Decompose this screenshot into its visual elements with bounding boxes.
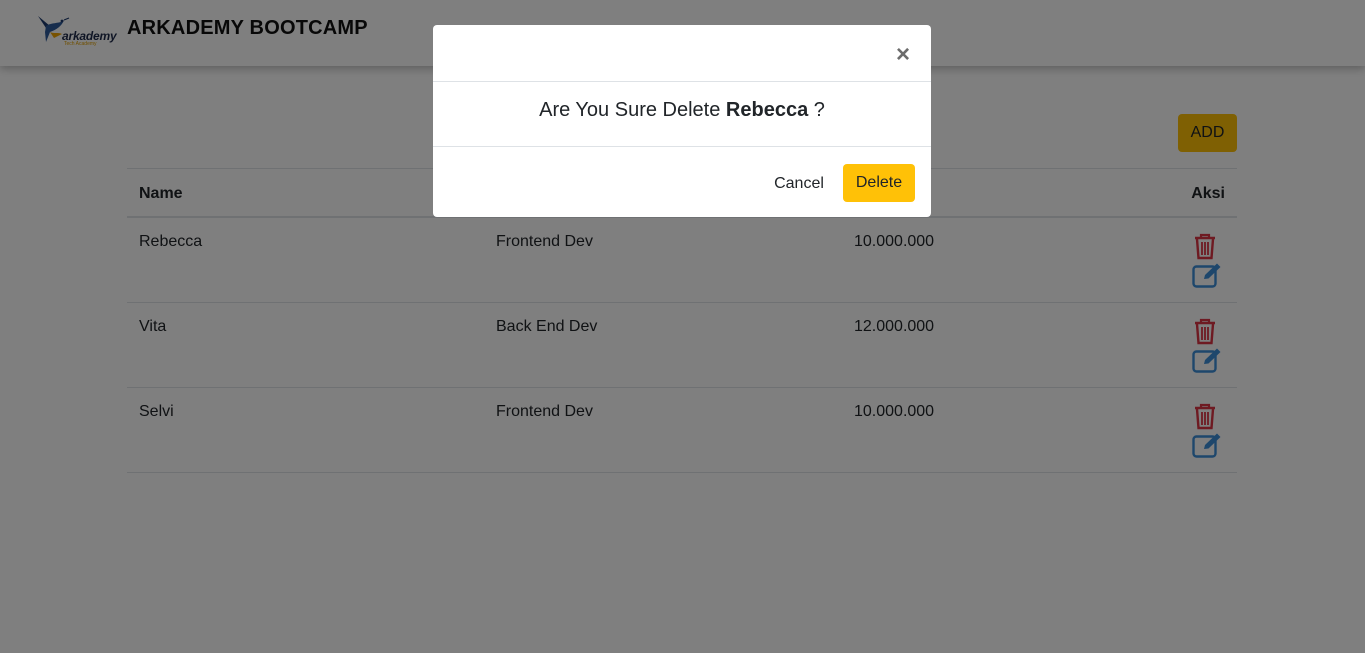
close-button[interactable]: × — [891, 43, 915, 67]
delete-confirm-modal: × Are You Sure Delete Rebecca ? Cancel D… — [433, 25, 931, 217]
cancel-button[interactable]: Cancel — [764, 165, 834, 203]
message-prefix: Are You Sure Delete — [539, 99, 721, 121]
target-name: Rebecca — [725, 99, 809, 121]
modal-footer: Cancel Delete — [433, 146, 931, 217]
modal-header: × — [433, 25, 931, 82]
delete-button[interactable]: Delete — [843, 164, 915, 202]
modal-message: Are You Sure Delete Rebecca ? — [433, 82, 931, 147]
message-suffix: ? — [813, 99, 825, 121]
